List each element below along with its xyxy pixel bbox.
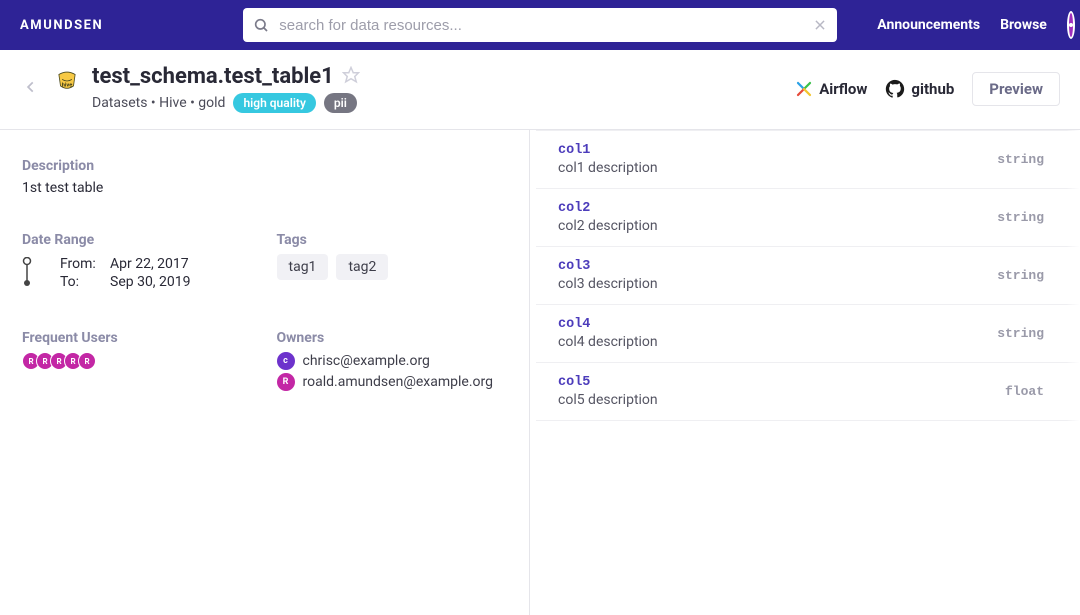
hive-icon: hive (54, 68, 80, 94)
column-type: float (1005, 384, 1044, 399)
frequent-users[interactable]: R R R R R (22, 352, 253, 370)
column-row[interactable]: col5 col5 descriptionfloat (536, 363, 1080, 421)
columns-panel[interactable]: col1col1 descriptionstringcol2col2 descr… (536, 130, 1080, 615)
column-name: col1 (558, 143, 997, 158)
date-range-icon (22, 254, 32, 290)
breadcrumb[interactable]: Datasets • Hive • gold (92, 95, 225, 111)
user-avatar-icon[interactable]: R (78, 352, 96, 370)
details-panel: Description 1st test table Date Range Fr… (0, 130, 530, 615)
frequent-users-label: Frequent Users (22, 330, 253, 346)
back-button[interactable] (20, 76, 42, 98)
column-name: col3 (558, 259, 997, 274)
search-icon (253, 17, 269, 33)
column-row[interactable]: col1 col1 descriptionstring (536, 130, 1080, 189)
owner-row[interactable]: c chrisc@example.org (277, 352, 508, 370)
owner-email: chrisc@example.org (303, 353, 430, 369)
column-description: col5 description (558, 392, 1005, 408)
app-logo[interactable]: AMUNDSEN (20, 18, 103, 33)
tag-list: tag1 tag2 (277, 254, 508, 280)
github-link[interactable]: github (885, 79, 954, 99)
airflow-link[interactable]: Airflow (795, 80, 867, 98)
from-label: From: (60, 256, 106, 272)
column-name: col5 (558, 375, 1005, 390)
column-type: string (997, 268, 1044, 283)
header-links: Airflow github Preview (795, 72, 1060, 106)
pii-badge: pii (324, 93, 357, 113)
breadcrumb-row: Datasets • Hive • gold high quality pii (92, 93, 783, 113)
owner-avatar-icon: c (277, 352, 295, 370)
search-input[interactable] (243, 8, 837, 42)
owner-avatar-icon: R (277, 373, 295, 391)
search-wrap (243, 8, 837, 42)
from-value: Apr 22, 2017 (110, 256, 191, 272)
column-row[interactable]: col3 col3 descriptionstring (536, 247, 1080, 305)
nav-browse[interactable]: Browse (1000, 17, 1047, 33)
owners-list: c chrisc@example.org R roald.amundsen@ex… (277, 352, 508, 391)
column-type: string (997, 152, 1044, 167)
column-type: string (997, 210, 1044, 225)
owner-row[interactable]: R roald.amundsen@example.org (277, 373, 508, 391)
owners-label: Owners (277, 330, 508, 346)
column-row[interactable]: col4 col4 descriptionstring (536, 305, 1080, 363)
top-nav: AMUNDSEN Announcements Browse (0, 0, 1080, 50)
column-description: col1 description (558, 160, 997, 176)
column-description: col2 description (558, 218, 997, 234)
svg-text:hive: hive (62, 83, 73, 89)
page-header: hive test_schema.test_table1 Datasets • … (0, 50, 1080, 130)
page-title: test_schema.test_table1 (92, 64, 334, 89)
owner-email: roald.amundsen@example.org (303, 374, 494, 390)
to-value: Sep 30, 2019 (110, 274, 191, 290)
column-row[interactable]: col2 col2 descriptionstring (536, 189, 1080, 247)
clear-icon[interactable] (813, 18, 827, 32)
quality-badge: high quality (233, 93, 315, 113)
nav-announcements[interactable]: Announcements (877, 17, 980, 33)
column-type: string (997, 326, 1044, 341)
user-avatar[interactable] (1067, 11, 1075, 39)
column-name: col2 (558, 201, 997, 216)
column-name: col4 (558, 317, 997, 332)
title-block: test_schema.test_table1 Datasets • Hive … (92, 64, 783, 113)
date-range-label: Date Range (22, 232, 253, 248)
favorite-star-icon[interactable] (342, 66, 360, 88)
to-label: To: (60, 274, 106, 290)
description-label: Description (22, 158, 507, 174)
preview-button[interactable]: Preview (972, 72, 1060, 106)
column-description: col4 description (558, 334, 997, 350)
description-text: 1st test table (22, 180, 507, 196)
column-description: col3 description (558, 276, 997, 292)
tags-label: Tags (277, 232, 508, 248)
tag[interactable]: tag2 (336, 254, 388, 280)
github-icon (885, 79, 905, 99)
tag[interactable]: tag1 (277, 254, 329, 280)
airflow-icon (795, 80, 813, 98)
